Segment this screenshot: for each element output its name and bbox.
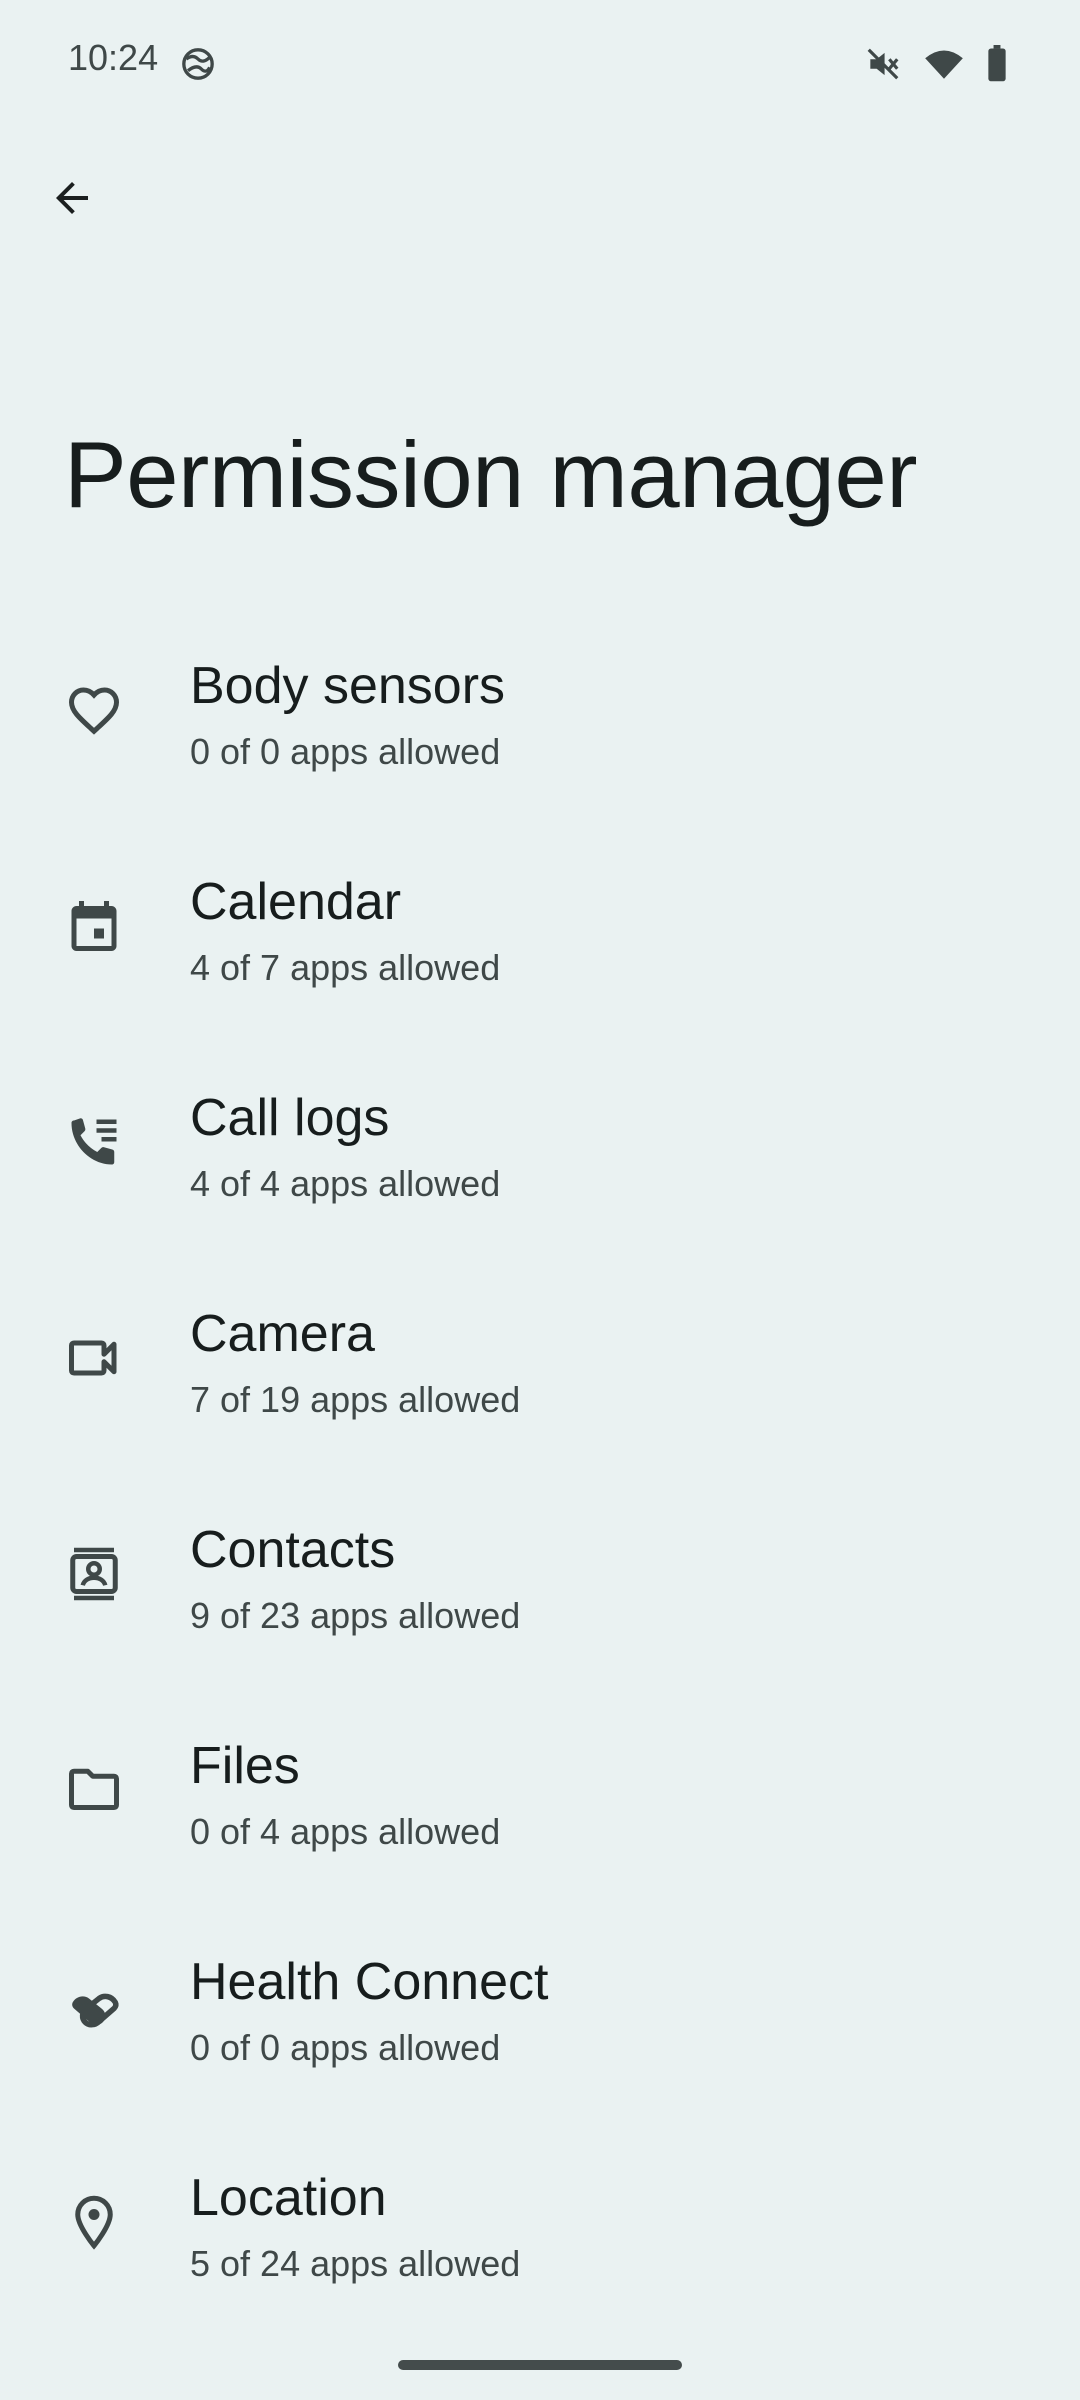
permission-summary: 0 of 4 apps allowed [190,1811,501,1852]
mute-icon [864,45,902,83]
permission-item-camera[interactable]: Camera 7 of 19 apps allowed [0,1288,1080,1504]
health-connect-icon [64,1976,124,2036]
call-log-icon [64,1112,124,1172]
permission-summary: 0 of 0 apps allowed [190,2027,501,2068]
permission-item-health-connect[interactable]: Health Connect 0 of 0 apps allowed [0,1936,1080,2152]
page-title: Permission manager [64,422,918,527]
permission-label: Camera [190,1305,375,1363]
permission-label: Calendar [190,873,402,931]
permission-item-files[interactable]: Files 0 of 4 apps allowed [0,1720,1080,1936]
vpn-globe-icon [178,44,218,84]
contacts-icon [64,1544,124,1604]
permission-label: Body sensors [190,657,506,715]
status-time: 10:24 [68,37,159,78]
permission-item-location[interactable]: Location 5 of 24 apps allowed [0,2152,1080,2368]
camera-icon [64,1328,124,1388]
permission-label: Health Connect [190,1953,549,2011]
permission-summary: 9 of 23 apps allowed [190,1595,521,1636]
wifi-icon [924,46,964,82]
permission-item-calendar[interactable]: Calendar 4 of 7 apps allowed [0,856,1080,1072]
permission-summary: 7 of 19 apps allowed [190,1379,521,1420]
permission-list: Body sensors 0 of 0 apps allowed Calenda… [0,640,1080,2368]
permission-item-contacts[interactable]: Contacts 9 of 23 apps allowed [0,1504,1080,1720]
permission-label: Call logs [190,1089,390,1147]
permission-summary: 4 of 4 apps allowed [190,1163,501,1204]
back-button[interactable] [36,164,108,236]
calendar-icon [64,896,124,956]
permission-label: Contacts [190,1521,396,1579]
folder-icon [64,1760,124,1820]
arrow-back-icon [48,174,96,227]
permission-item-body-sensors[interactable]: Body sensors 0 of 0 apps allowed [0,640,1080,856]
status-icons [864,44,1008,84]
heart-icon [64,680,124,740]
permission-label: Location [190,2169,387,2227]
permission-summary: 5 of 24 apps allowed [190,2243,521,2284]
battery-icon [986,45,1008,83]
permission-summary: 4 of 7 apps allowed [190,947,501,988]
location-icon [64,2192,124,2252]
permission-summary: 0 of 0 apps allowed [190,731,501,772]
status-bar: 10:24 [0,0,1080,128]
permission-label: Files [190,1737,300,1795]
gesture-nav-handle[interactable] [398,2360,682,2370]
permission-item-call-logs[interactable]: Call logs 4 of 4 apps allowed [0,1072,1080,1288]
